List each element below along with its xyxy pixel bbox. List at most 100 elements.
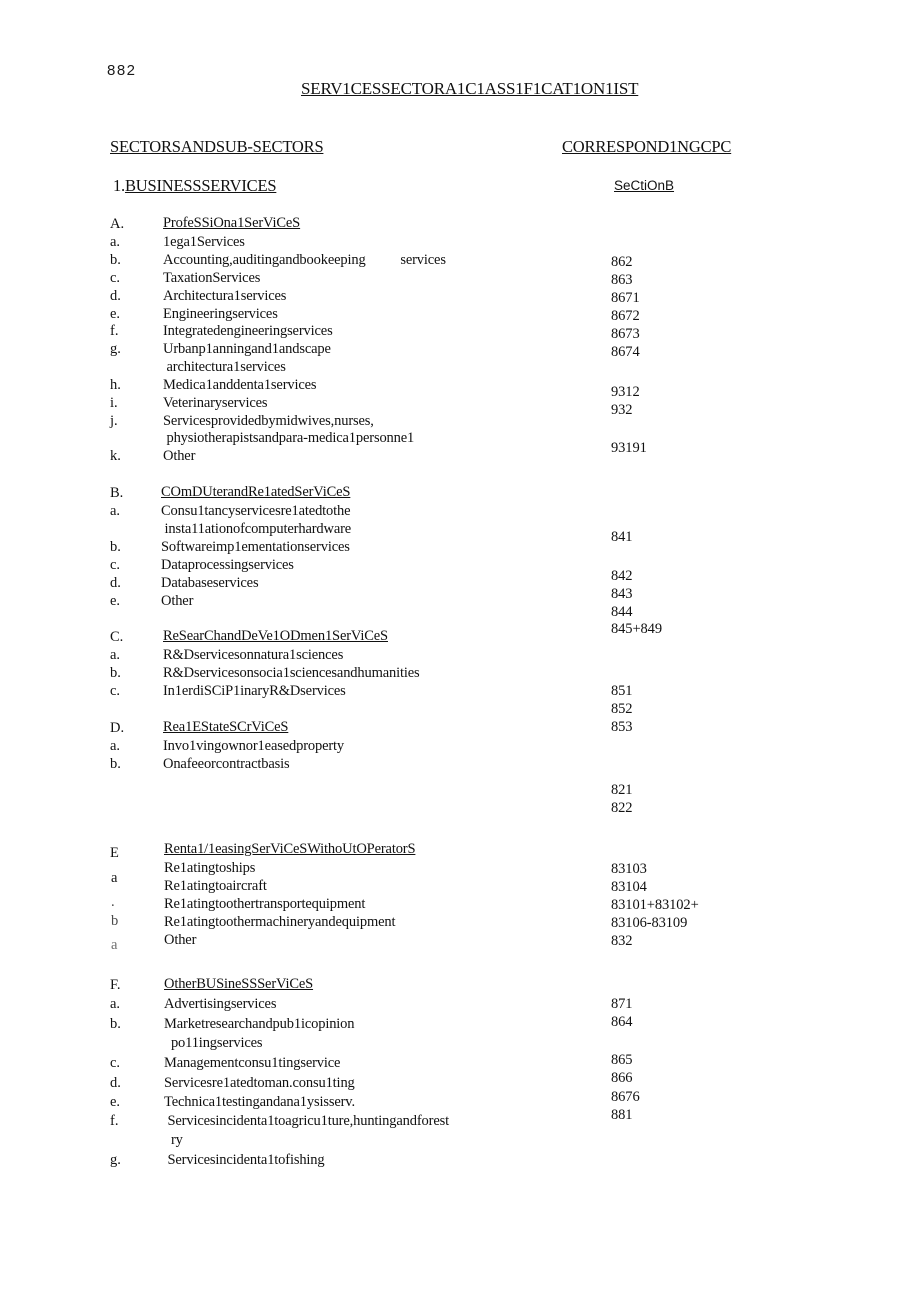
item-marker: a [111, 937, 118, 953]
cpc-code: 8676 [611, 1089, 640, 1105]
item-text: R&Dservicesonnatura1sciences [163, 647, 344, 663]
cpc-code: 842 [611, 568, 633, 584]
item-text: Advertisingservices [164, 996, 277, 1012]
cpc-code: 83106-83109 [611, 915, 688, 931]
item-text: Integratedengineeringservices [163, 323, 333, 339]
cpc-code: 864 [611, 1014, 633, 1030]
cpc-code: 871 [611, 996, 633, 1012]
cpc-code: 844 [611, 604, 633, 620]
item-text: Servicesprovidedbymidwives,nurses, [163, 413, 374, 429]
item-marker: b. [110, 1016, 121, 1032]
item-marker: d. [110, 1075, 121, 1091]
item-text-continuation: insta11ationofcomputerhardware [161, 521, 352, 537]
group-letter: F. [110, 977, 121, 993]
item-marker: c. [110, 557, 121, 573]
item-marker: a. [110, 647, 121, 663]
item-text: Medica1anddenta1services [163, 377, 317, 393]
group-letter: E [110, 845, 119, 861]
section-heading: 1.BUSINESSSERVICES [113, 176, 277, 196]
item-text: 1ega1Services [163, 234, 245, 250]
item-marker: a. [110, 996, 121, 1012]
item-text: Veterinaryservices [163, 395, 268, 411]
cpc-code: 821 [611, 782, 633, 798]
item-text: Other [163, 448, 196, 464]
item-text: Engineeringservices [163, 306, 278, 322]
group-title: OtherBUSineSSSerViCeS [164, 976, 314, 992]
item-marker: h. [110, 377, 121, 393]
item-marker: a. [110, 234, 121, 250]
item-marker: b. [110, 665, 121, 681]
group-title: ProfeSSiOna1SerViCeS [163, 215, 301, 231]
item-marker: j. [110, 413, 118, 429]
item-text: Servicesincidenta1toagricu1ture,huntinga… [164, 1113, 449, 1129]
cpc-code: 852 [611, 701, 633, 717]
group-title: COmDUterandRe1atedSerViCeS [161, 484, 351, 500]
item-text-continuation: po11ingservices [164, 1035, 263, 1051]
column-header-cpc: CORRESPOND1NGCPC [562, 137, 732, 156]
item-text: Re1atingtoships [164, 860, 256, 876]
item-marker: c. [110, 683, 121, 699]
item-text: Onafeeorcontractbasis [163, 756, 290, 772]
item-text: Softwareimp1ementationservices [161, 539, 350, 555]
item-text: Servicesre1atedtoman.consu1ting [164, 1075, 355, 1091]
item-text: Other [161, 593, 194, 609]
item-text: Re1atingtoaircraft [164, 878, 267, 894]
item-text: R&Dservicesonsocia1sciencesandhumanities [163, 665, 420, 681]
item-text: TaxationServices [163, 270, 261, 286]
cpc-code: 83104 [611, 879, 647, 895]
item-marker: b [111, 913, 119, 929]
cpc-code: 832 [611, 933, 633, 949]
item-marker: f. [110, 1113, 119, 1129]
item-text: Consu1tancyservicesre1atedtothe [161, 503, 351, 519]
item-marker: . [111, 894, 115, 910]
item-text: In1erdiSCiP1inaryR&Dservices [163, 683, 346, 699]
cpc-code: 822 [611, 800, 633, 816]
group-letter: A. [110, 216, 125, 232]
document-page: 882 SERV1CESSECTORA1C1ASS1F1CAT1ON1IST S… [0, 0, 920, 1301]
cpc-code: 8671 [611, 290, 640, 306]
item-text: Urbanp1anningand1andscape [163, 341, 331, 357]
item-text: Technica1testingandana1ysisserv. [164, 1094, 355, 1110]
cpc-code: 866 [611, 1070, 633, 1086]
item-marker: a. [110, 503, 121, 519]
item-text: Accounting,auditingandbookeeping service… [163, 252, 446, 268]
item-marker: e. [110, 593, 121, 609]
cpc-code: 862 [611, 254, 633, 270]
cpc-code: 841 [611, 529, 633, 545]
item-text: Dataprocessingservices [161, 557, 294, 573]
item-marker: e. [110, 306, 121, 322]
item-marker: e. [110, 1094, 121, 1110]
item-text-continuation: architectura1services [163, 359, 286, 375]
item-marker: c. [110, 1055, 121, 1071]
item-marker: b. [110, 539, 121, 555]
item-marker: a [111, 870, 118, 886]
item-marker: a. [110, 738, 121, 754]
cpc-code: 8674 [611, 344, 640, 360]
page-number: 882 [107, 62, 137, 79]
item-marker: d. [110, 575, 121, 591]
item-marker: i. [110, 395, 118, 411]
item-text: Re1atingtoothermachineryandequipment [164, 914, 396, 930]
section-heading-label: BUSINESSSERVICES [124, 176, 277, 195]
group-letter: B. [110, 485, 124, 501]
cpc-code: 93191 [611, 440, 647, 456]
item-text-continuation: physiotherapistsandpara-medica1personne1 [163, 430, 415, 446]
item-marker: g. [110, 1152, 121, 1168]
group-title: Rea1EStateSCrViCeS [163, 719, 289, 735]
group-letter: C. [110, 629, 124, 645]
item-text: Re1atingtoothertransportequipment [164, 896, 366, 912]
item-text: Other [164, 932, 197, 948]
item-text: Servicesincidenta1tofishing [164, 1152, 325, 1168]
cpc-code: 9312 [611, 384, 640, 400]
column-header-sectors: SECTORSANDSUB-SECTORS [110, 137, 324, 156]
item-marker: b. [110, 756, 121, 772]
item-text: Invo1vingownor1easedproperty [163, 738, 345, 754]
item-marker: b. [110, 252, 121, 268]
item-text: Architectura1services [163, 288, 287, 304]
section-heading-number: 1. [113, 176, 125, 195]
group-letter: D. [110, 720, 125, 736]
cpc-code: 863 [611, 272, 633, 288]
item-text-continuation: ry [164, 1132, 183, 1148]
cpc-code: 843 [611, 586, 633, 602]
cpc-code: 932 [611, 402, 633, 418]
